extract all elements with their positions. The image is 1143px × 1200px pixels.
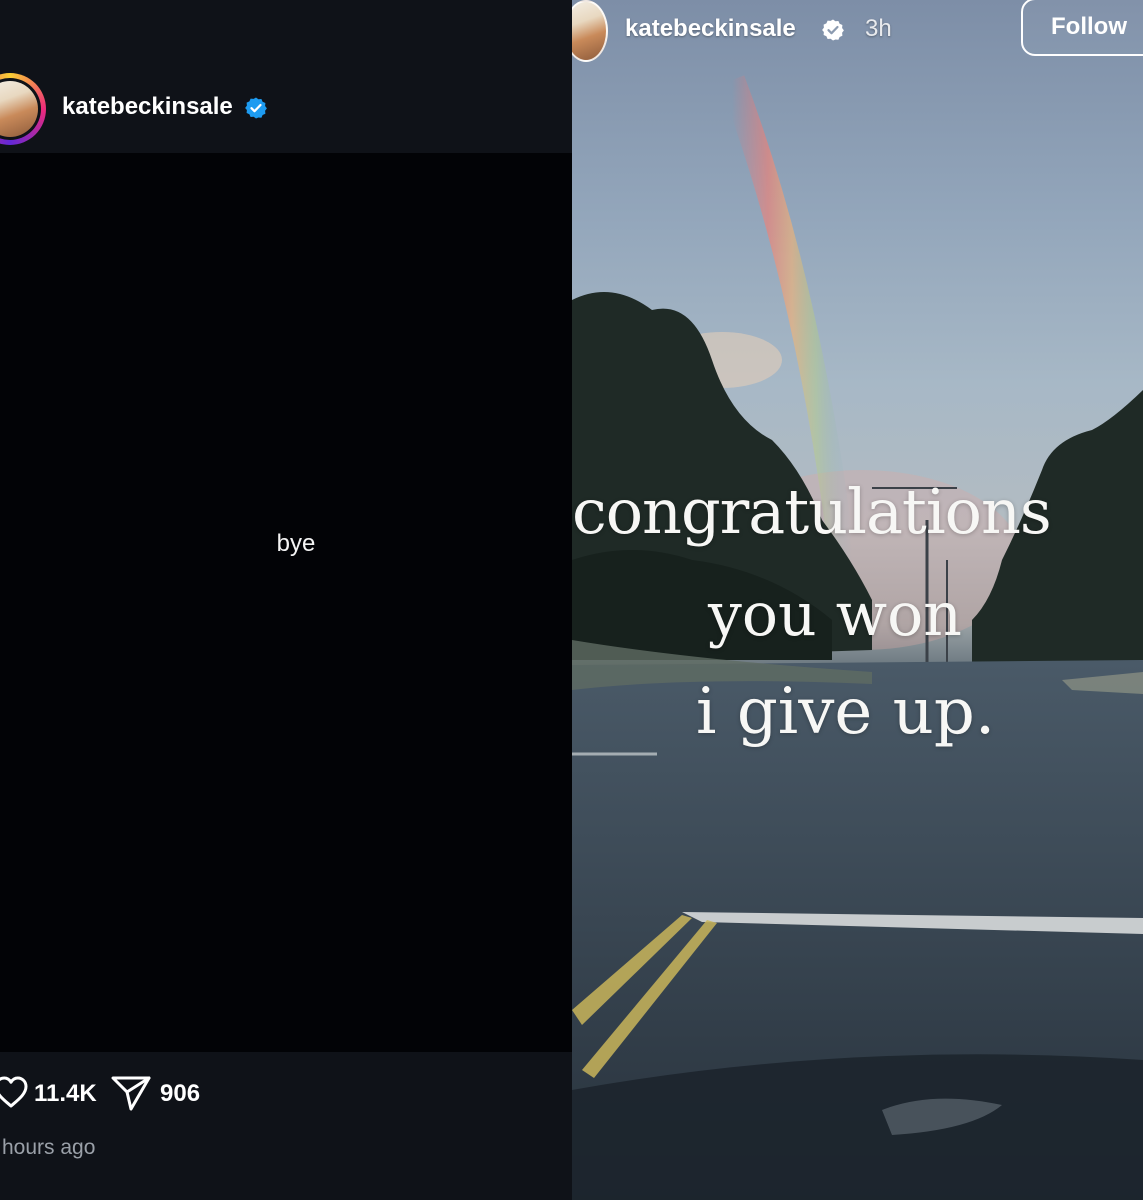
shares-count: 906	[160, 1080, 201, 1107]
story-timestamp: 3h	[865, 15, 892, 42]
share-icon[interactable]	[110, 1074, 152, 1112]
post-timestamp: hours ago	[2, 1136, 96, 1159]
likes-count: 11.4K	[34, 1080, 97, 1107]
post-header	[0, 0, 572, 153]
follow-button[interactable]: Follow	[1021, 0, 1143, 56]
post-footer	[0, 1052, 572, 1200]
story-username[interactable]: katebeckinsale	[625, 14, 796, 44]
story-text-line-3: i give up.	[696, 675, 996, 749]
post-media[interactable]: bye	[0, 153, 572, 1052]
heart-icon[interactable]	[0, 1075, 28, 1111]
post-text: bye	[276, 530, 316, 557]
story-text-line-2: you won	[708, 580, 962, 650]
story-text-line-1: congratulations	[572, 475, 1052, 548]
avatar[interactable]	[0, 78, 41, 140]
story-panel[interactable]: katebeckinsale 3h Follow congratulations…	[572, 0, 1143, 1200]
verified-icon	[822, 19, 844, 41]
threads-post-panel: katebeckinsale bye 11.4K 906 hours ago	[0, 0, 572, 1200]
verified-icon	[245, 97, 267, 119]
avatar-image	[0, 81, 38, 137]
post-username[interactable]: katebeckinsale	[62, 92, 233, 122]
